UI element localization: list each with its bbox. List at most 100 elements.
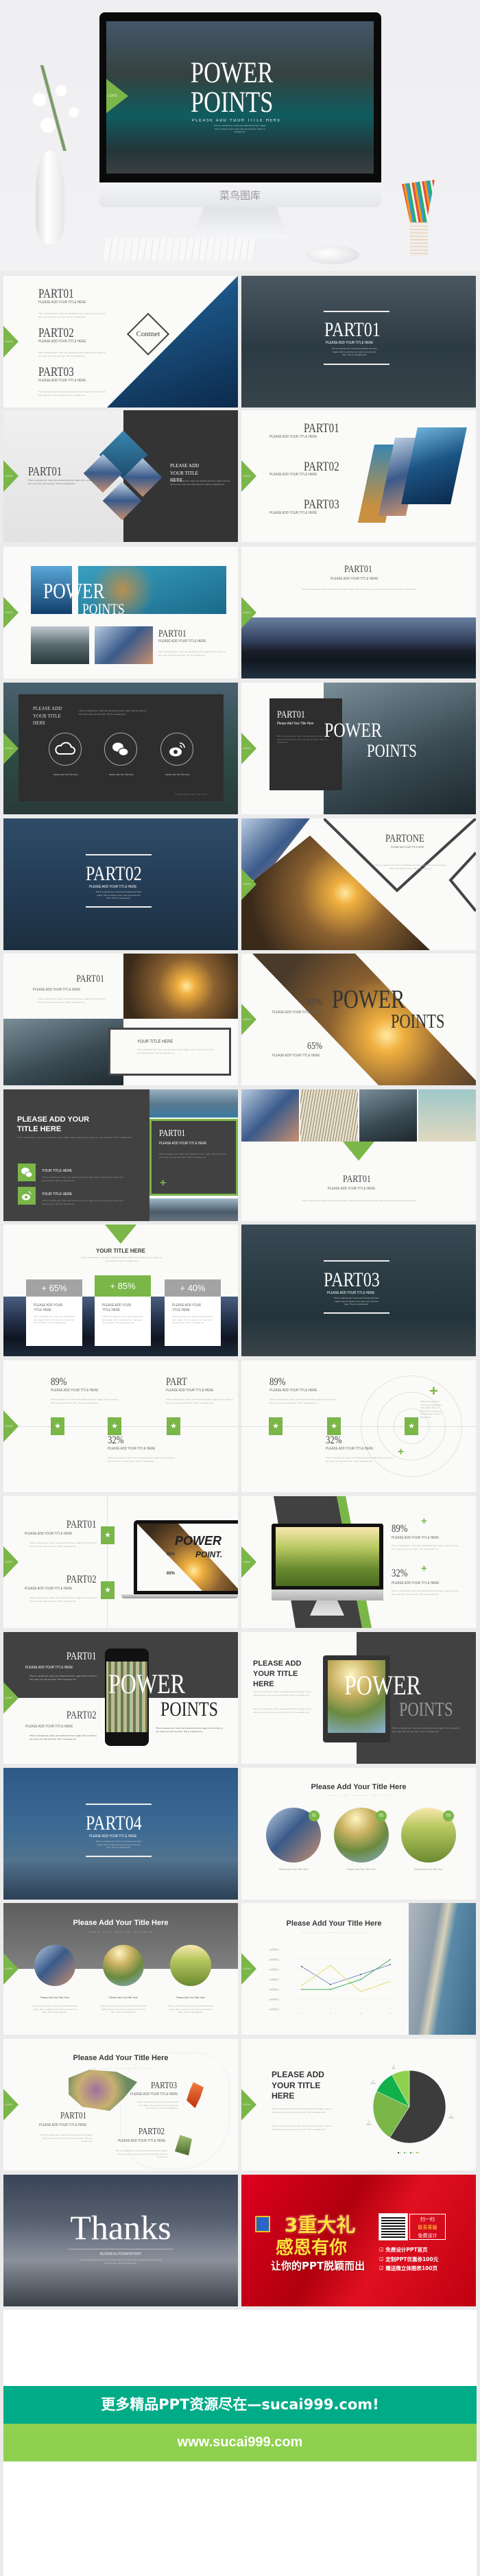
part-subtitle: PLEASE ADD YOUR TITLE HERE <box>118 2139 166 2143</box>
part-title: PART01 <box>76 973 104 984</box>
imac-chin <box>272 1590 383 1600</box>
data-point <box>330 1983 331 1985</box>
book-photo <box>241 1089 299 1142</box>
part-subtitle: PLEASE ADD YOUR TITLE HERE <box>326 341 374 345</box>
sample-text: This is a sample text. Insert your desir… <box>269 1398 337 1404</box>
check-item: ☑ 赠送微立体图表100页 <box>379 2264 438 2273</box>
logo-text: LOGO <box>5 340 13 343</box>
thanks-title: Thanks <box>70 2208 171 2247</box>
slide-imac: LOGO 89% + PLEASE ADD YOUR TITLE HERE Th… <box>241 1496 476 1628</box>
part-subtitle: PLEASE ADD YOUR TITLE HERE <box>269 1389 317 1393</box>
part-subtitle: PLEASE ADD YOUR TITLE HERE <box>25 1532 73 1536</box>
check-label: 赠送微立体图表100页 <box>385 2265 437 2271</box>
pie-chart: 159%223%310%48%1 2 3 4 <box>366 2064 453 2154</box>
logo-badge: LOGO <box>241 733 256 764</box>
sample-text: This is a sample text. Insert your desir… <box>392 1544 459 1550</box>
slide-subheading: insert your desired text here <box>326 1794 392 1797</box>
sample-text: This is a sample text. Insert your desir… <box>38 312 106 318</box>
slide-laptop: LOGO PART01 PLEASE ADD YOUR TITLE HERE T… <box>3 1496 238 1628</box>
flowers <box>14 65 99 151</box>
legend-swatch <box>410 2152 411 2153</box>
feature-title: YOUR TITLE HERE <box>42 1192 73 1196</box>
part-title: PART01 <box>38 287 74 301</box>
part-title: PART02 <box>38 326 74 340</box>
part-subtitle: PLEASE ADD YOUR TITLE HERE <box>331 577 379 581</box>
slide-part01-diamonds: LOGO PART01 This is a sample text. Inser… <box>3 410 238 542</box>
star-icon: ★ <box>101 1581 115 1599</box>
sample-text: This is a sample text. Insert your desir… <box>42 1176 123 1182</box>
part-subtitle: PLEASE ADD YOUR TITLE HERE <box>89 1834 137 1839</box>
beach-photo <box>418 1089 476 1142</box>
sample-text: This is a sample text. Insert your desir… <box>253 1708 311 1714</box>
promo-checklist: ☑ 免费设计PPT首页 ☑ 定制PPT优惠券100元 ☑ 赠送微立体图表100页 <box>379 2245 438 2273</box>
sunset-photo <box>123 954 238 1019</box>
percent-value: 65% <box>307 1041 322 1052</box>
legend-label: 2 <box>406 2151 407 2154</box>
part-subtitle: PLEASE ADD YOUR TITLE HERE <box>392 1536 440 1540</box>
logo-text: LOGO <box>243 1017 251 1021</box>
logo-text: LOGO <box>108 94 118 98</box>
y-tick-label: g/通用格式 <box>269 1968 279 1971</box>
line-chart: g/通用格式 g/通用格式 g/通用格式 g/通用格式 g/通用格式 g/通用格式 g/通用… <box>269 1948 399 2015</box>
slice-percent: 10% <box>370 2082 375 2085</box>
part-subtitle: PLEASE ADD YOUR TITLE HERE <box>328 1187 376 1191</box>
slide-tablet: PLEASE ADD YOUR TITLE HERE This is a sam… <box>241 1632 476 1764</box>
site-url-link[interactable]: www.sucai999.com <box>3 2424 477 2461</box>
circle-label: Please Add Your Title Here <box>109 1996 138 1999</box>
part-title: PART01 <box>66 1519 96 1531</box>
sample-text: This is a sample text. Insert your desir… <box>158 650 226 657</box>
icon-label: Please Add Your Title Here <box>165 773 190 776</box>
data-point <box>330 1989 331 1990</box>
promo-footer-banner[interactable]: 更多精品PPT资源尽在—sucai999.com! <box>3 2386 477 2424</box>
star-icon: ★ <box>327 1417 341 1435</box>
part-title: PART03 <box>151 2081 178 2091</box>
x-tick-label: 1 <box>301 2012 302 2015</box>
circle-label: Please Add Your Title Here <box>347 1868 376 1871</box>
slide-line-chart: LOGO Please Add Your Title Here insert y… <box>241 1903 476 2035</box>
star-icon: ★ <box>108 1417 121 1435</box>
part-subtitle: PLEASE ADD YOUR TITLE HERE <box>33 988 81 992</box>
slide-map: LOGO Please Add Your Title Here insert y… <box>3 2039 238 2171</box>
vase <box>36 151 64 244</box>
hero-title-power: POWER <box>191 57 274 89</box>
slide-dark-features: PART01 PLEASE ADD YOUR TITLE HERE This i… <box>3 1089 238 1221</box>
qr-code[interactable] <box>379 2213 408 2241</box>
wechat-icon <box>104 733 137 766</box>
slide-three-circles: Please Add Your Title Here insert your d… <box>241 1768 476 1900</box>
data-point <box>360 1978 361 1981</box>
series-line <box>301 1964 391 1985</box>
hero-subtitle: PLEASE ADD YOUR TITLE HERE <box>192 119 282 123</box>
logo-triangle <box>105 1225 136 1244</box>
sample-text: This is a sample text. Insert your desir… <box>392 1727 460 1733</box>
sample-text: This is a sample text. Insert your desir… <box>277 735 330 744</box>
sample-text: This is a sample text. Insert your desir… <box>172 1315 213 1324</box>
part-subtitle: PLEASE ADD YOUR TITLE HERE <box>38 300 86 305</box>
part-title: PART01 <box>158 628 187 639</box>
sample-text: This is a sample text. Insert your desir… <box>95 890 142 899</box>
sample-text: This is a sample text. Insert your desir… <box>420 1400 442 1419</box>
sample-text: This is a sample text. Insert your desir… <box>333 1297 380 1305</box>
part-title: PART <box>166 1376 187 1388</box>
plus-icon: + <box>160 1177 167 1189</box>
sample-text: This is a sample text. Insert your desir… <box>81 1256 163 1262</box>
percent-value: 89% <box>392 1523 408 1535</box>
card-title: PLEASE ADD YOUR TITLE HERE <box>172 1303 202 1312</box>
slide-stat-cards: YOUR TITLE HERE This is a sample text. I… <box>3 1225 238 1356</box>
laptop-power: POWER <box>175 1534 222 1548</box>
power-overlay: POWER <box>344 1670 421 1701</box>
logo-text: LOGO <box>5 1424 13 1428</box>
legend-label: 3 <box>412 2151 413 2154</box>
logo-text: LOGO <box>5 1560 13 1563</box>
slide-part01-collage: PART01 PLEASE ADD YOUR TITLE HERE This i… <box>3 954 238 1085</box>
promo-banner[interactable]: 3重大礼 感恩有你 让你的PPT脱颖而出 扫一扫 联系客服 免费设计 ☑ 免费设… <box>241 2175 476 2306</box>
power-overlay: POWER <box>108 1668 185 1699</box>
part-title: PART01 <box>66 1651 96 1662</box>
logo-badge: LOGO <box>3 1410 19 1442</box>
sample-text: This is a sample text. Insert your desir… <box>166 1398 234 1404</box>
circle-label: Please Add Your Title Here <box>279 1868 308 1871</box>
slide-part03-cover: PART03 PLEASE ADD YOUR TITLE HERE This i… <box>241 1225 476 1356</box>
y-tick-label: g/通用格式 <box>269 1978 279 1981</box>
promo-line3: 让你的PPT脱颖而出 <box>271 2260 365 2272</box>
legend-swatch <box>416 2152 418 2153</box>
logo-badge: LOGO <box>3 326 19 357</box>
